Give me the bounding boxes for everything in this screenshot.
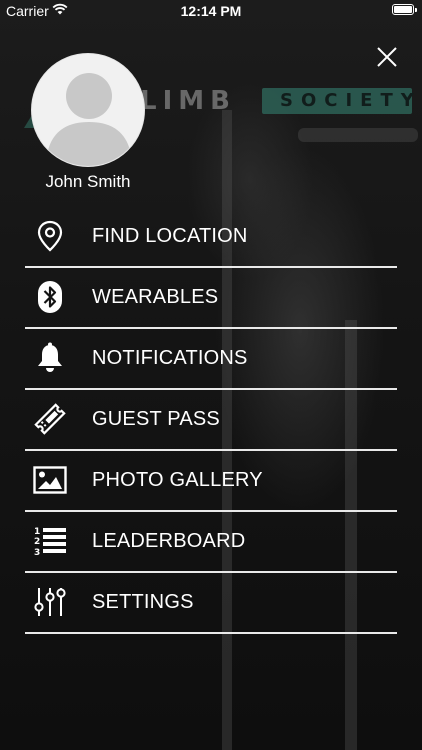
user-silhouette-icon [46, 73, 132, 166]
menu-item-label: SETTINGS [92, 591, 194, 613]
status-bar: Carrier 12:14 PM [0, 0, 422, 22]
close-icon[interactable] [374, 44, 400, 70]
menu-item-label: FIND LOCATION [92, 225, 248, 247]
bluetooth-icon [33, 280, 67, 314]
background-pullup-bar [298, 128, 418, 142]
svg-text:3: 3 [34, 548, 40, 557]
clock: 12:14 PM [180, 3, 242, 19]
menu-item-label: WEARABLES [92, 286, 219, 308]
menu-item-label: LEADERBOARD [92, 530, 246, 552]
svg-text:1: 1 [34, 527, 40, 537]
menu-item-photo-gallery[interactable]: PHOTO GALLERY [25, 451, 397, 512]
menu-item-label: PHOTO GALLERY [92, 469, 263, 491]
menu-item-settings[interactable]: SETTINGS [25, 573, 397, 634]
ticket-icon [33, 402, 67, 436]
avatar[interactable] [31, 53, 145, 167]
menu-item-label: GUEST PASS [92, 408, 220, 430]
menu-item-find-location[interactable]: FIND LOCATION [25, 207, 397, 268]
background-sign: SOCIETY [262, 88, 414, 114]
menu-item-notifications[interactable]: NOTIFICATIONS [25, 329, 397, 390]
battery-icon [392, 4, 417, 15]
menu-item-label: NOTIFICATIONS [92, 347, 248, 369]
svg-text:2: 2 [34, 537, 40, 547]
profile-name: John Smith [45, 172, 131, 191]
ranked-list-icon: 1 2 3 [33, 524, 67, 558]
menu-item-leaderboard[interactable]: 1 2 3 LEADERBOARD [25, 512, 397, 573]
bell-icon [33, 341, 67, 375]
menu-item-wearables[interactable]: WEARABLES [25, 268, 397, 329]
menu-item-guest-pass[interactable]: GUEST PASS [25, 390, 397, 451]
image-icon [33, 463, 67, 497]
location-pin-icon [33, 219, 67, 253]
sliders-icon [33, 585, 67, 619]
side-menu: FIND LOCATION WEARABLES NOTIFICATIONS GU… [25, 207, 397, 634]
